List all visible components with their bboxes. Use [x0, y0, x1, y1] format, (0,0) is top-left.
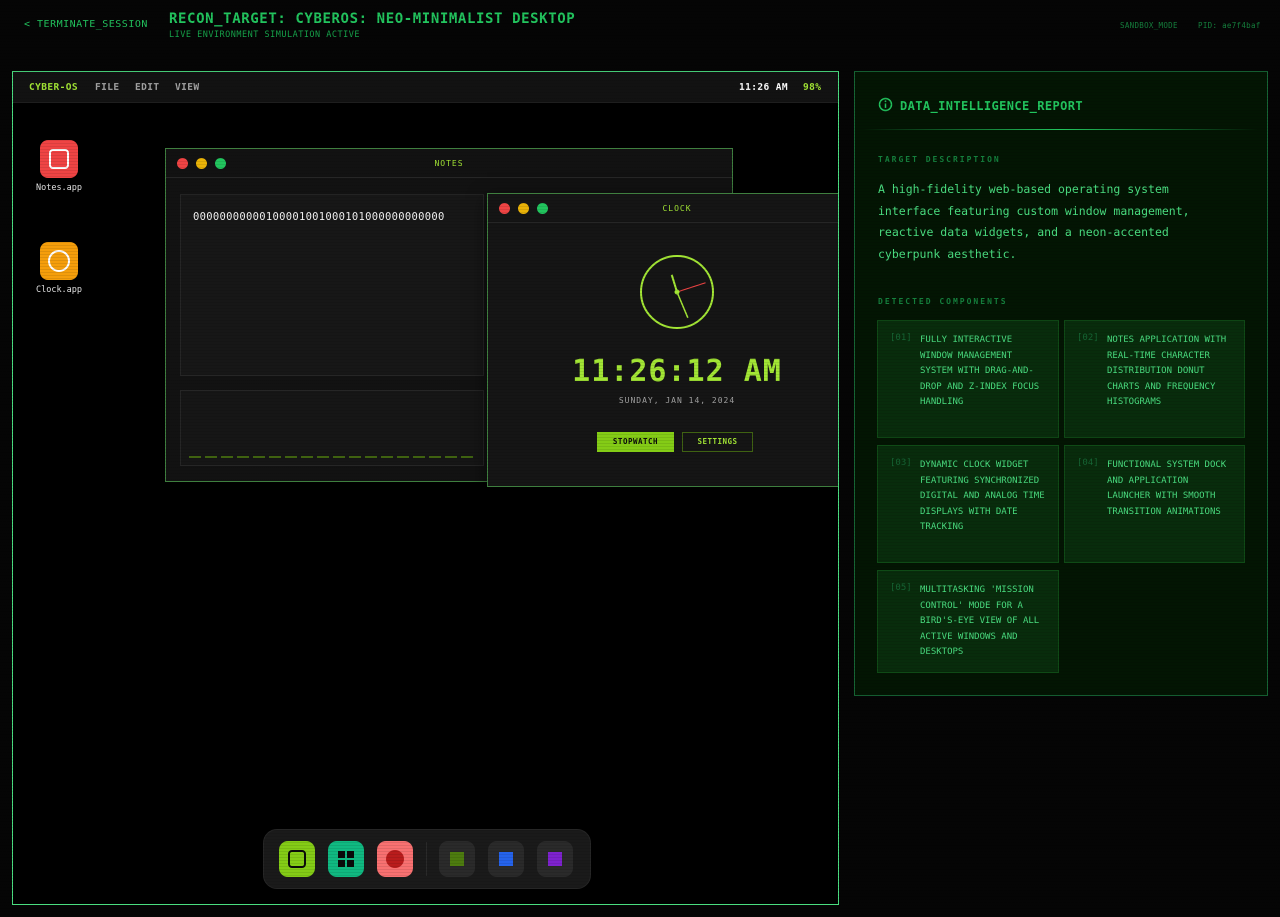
dock-item-notes[interactable] — [279, 841, 315, 877]
detected-components-label: DETECTED COMPONENTS — [878, 297, 1008, 306]
report-title: DATA_INTELLIGENCE_REPORT — [900, 99, 1083, 113]
clock-center — [674, 289, 680, 295]
square-icon — [450, 852, 464, 866]
analog-clock — [640, 255, 714, 329]
square-icon — [548, 852, 562, 866]
desktop-frame: CYBER-OS FILE EDIT VIEW 11:26 AM 98% Not… — [12, 71, 839, 905]
desktop-icon-label: Notes.app — [35, 183, 83, 193]
page-subtitle: LIVE ENVIRONMENT SIMULATION ACTIVE — [169, 30, 360, 40]
digital-clock: 11:26:12 AM — [572, 354, 782, 389]
component-number: [03] — [890, 458, 912, 468]
menubar-clock: 11:26 AM — [739, 82, 788, 93]
dock-item-app-green[interactable] — [439, 841, 475, 877]
clock-window[interactable]: CLOCK 11:26:12 AM SUNDAY, JAN 14, 2024 S… — [487, 193, 838, 487]
menu-view[interactable]: VIEW — [175, 82, 199, 93]
battery-indicator: 98% — [803, 82, 822, 93]
hour-hand — [670, 274, 678, 293]
component-card: [02] NOTES APPLICATION WITH REAL-TIME CH… — [1064, 320, 1245, 438]
notes-icon — [40, 140, 78, 178]
dock-item-app-blue[interactable] — [488, 841, 524, 877]
component-number: [02] — [1077, 333, 1099, 343]
settings-button[interactable]: SETTINGS — [682, 432, 753, 452]
intelligence-report-panel: DATA_INTELLIGENCE_REPORT TARGET DESCRIPT… — [854, 71, 1268, 696]
square-icon — [499, 852, 513, 866]
desktop-icon-label: Clock.app — [35, 285, 83, 295]
frequency-histogram — [180, 390, 484, 466]
clock-window-title: CLOCK — [662, 204, 692, 213]
report-divider — [863, 129, 1258, 130]
component-text: DYNAMIC CLOCK WIDGET FEATURING SYNCHRONI… — [920, 460, 1045, 533]
page-title: RECON_TARGET: CYBEROS: NEO-MINIMALIST DE… — [169, 11, 576, 27]
minute-hand — [676, 291, 689, 319]
system-dock — [263, 829, 591, 889]
notes-titlebar[interactable]: NOTES — [166, 149, 732, 178]
terminate-session-link[interactable]: < TERMINATE_SESSION — [24, 19, 148, 30]
component-text: FULLY INTERACTIVE WINDOW MANAGEMENT SYST… — [920, 335, 1040, 408]
clock-icon — [40, 242, 78, 280]
menu-edit[interactable]: EDIT — [135, 82, 159, 93]
component-text: MULTITASKING 'MISSION CONTROL' MODE FOR … — [920, 585, 1040, 658]
target-description: A high-fidelity web-based operating syst… — [878, 182, 1190, 261]
sandbox-mode-label: SANDBOX_MODE — [1120, 21, 1178, 30]
component-number: [01] — [890, 333, 912, 343]
component-text: FUNCTIONAL SYSTEM DOCK AND APPLICATION L… — [1107, 460, 1227, 517]
notes-textarea[interactable]: 00000000000100001001000101000000000000 — [180, 194, 484, 376]
component-card: [04] FUNCTIONAL SYSTEM DOCK AND APPLICAT… — [1064, 445, 1245, 563]
clock-date: SUNDAY, JAN 14, 2024 — [618, 396, 736, 405]
menu-bar: CYBER-OS FILE EDIT VIEW 11:26 AM 98% — [13, 72, 838, 103]
menu-file[interactable]: FILE — [95, 82, 119, 93]
desktop-icon-notes[interactable]: Notes.app — [29, 140, 89, 193]
os-brand-menu[interactable]: CYBER-OS — [29, 82, 78, 93]
second-hand — [676, 282, 706, 293]
component-number: [05] — [890, 583, 912, 593]
square-icon — [288, 850, 306, 868]
dock-item-apps[interactable] — [328, 841, 364, 877]
info-icon — [878, 97, 893, 112]
notes-window-title: NOTES — [434, 159, 464, 168]
component-card: [05] MULTITASKING 'MISSION CONTROL' MODE… — [877, 570, 1059, 673]
clock-titlebar[interactable]: CLOCK — [488, 194, 838, 223]
dock-separator — [426, 842, 427, 876]
component-card: [03] DYNAMIC CLOCK WIDGET FEATURING SYNC… — [877, 445, 1059, 563]
grid-icon — [338, 851, 354, 867]
stopwatch-button[interactable]: STOPWATCH — [597, 432, 674, 452]
target-description-label: TARGET DESCRIPTION — [878, 155, 1001, 164]
component-text: NOTES APPLICATION WITH REAL-TIME CHARACT… — [1107, 335, 1227, 408]
notes-content: 00000000000100001001000101000000000000 — [193, 211, 445, 223]
component-number: [04] — [1077, 458, 1099, 468]
component-card: [01] FULLY INTERACTIVE WINDOW MANAGEMENT… — [877, 320, 1059, 438]
dock-item-record[interactable] — [377, 841, 413, 877]
desktop-icon-clock[interactable]: Clock.app — [29, 242, 89, 295]
pid-label: PID: ae7f4baf — [1198, 21, 1261, 30]
dock-item-app-purple[interactable] — [537, 841, 573, 877]
circle-icon — [386, 850, 404, 868]
